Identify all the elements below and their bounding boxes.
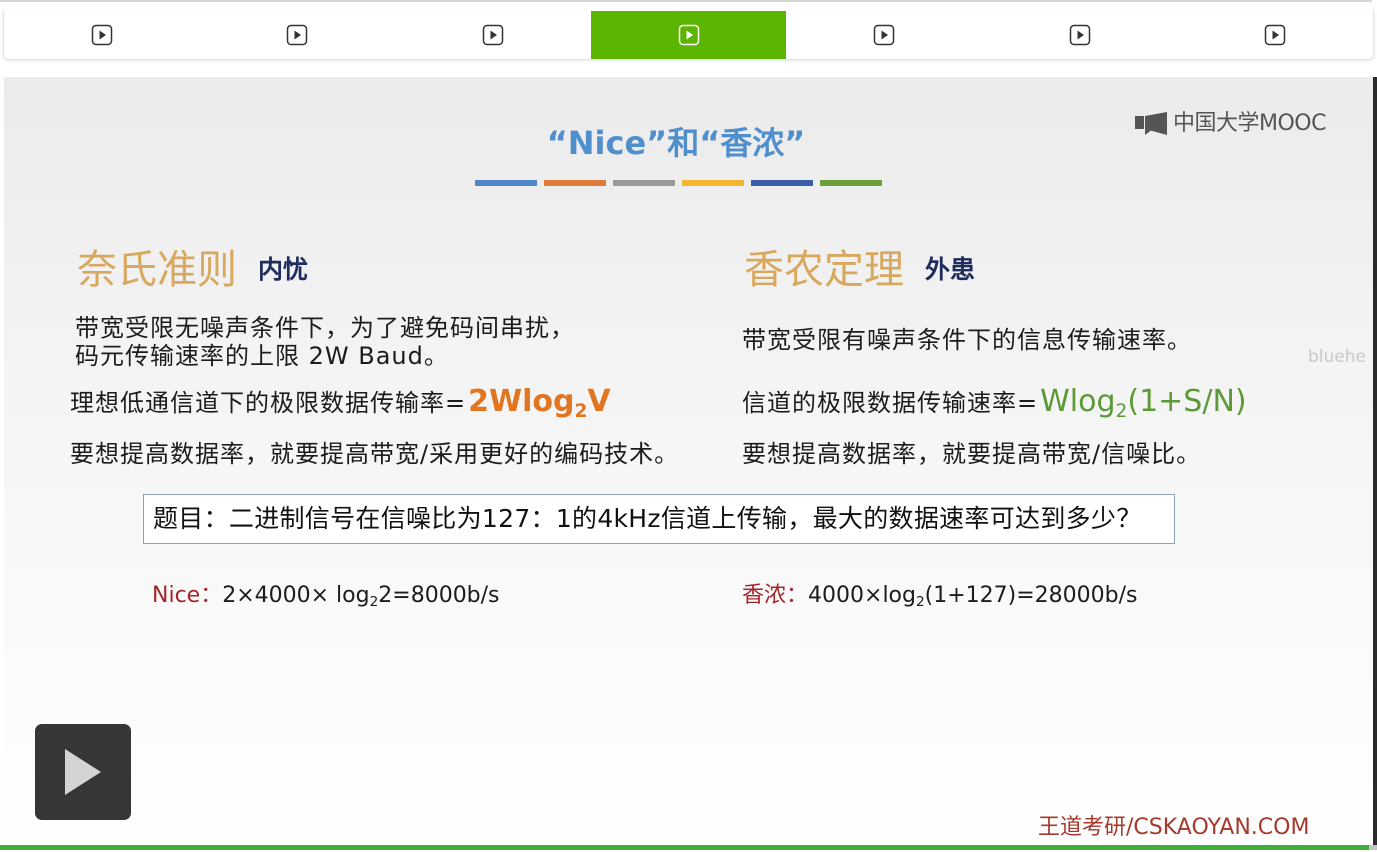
nyquist-tag: 内忧 [258, 255, 309, 284]
play-icon [61, 747, 105, 797]
nyquist-formula-row: 理想低通信道下的极限数据传输率= 2Wlog2V [70, 382, 611, 422]
play-icon [1069, 24, 1091, 46]
shannon-formula: Wlog2(1+S/N) [1040, 382, 1246, 426]
video-progress-fill [0, 845, 1369, 850]
nyquist-heading-row: 奈氏准则 内忧 [77, 246, 308, 294]
mooc-logo-icon [1135, 111, 1169, 137]
title-underline-segment [682, 180, 744, 186]
nyquist-desc-line-2: 码元传输速率的上限 2W Baud。 [75, 342, 449, 370]
formula-subscript: 2 [574, 400, 588, 422]
play-icon [482, 24, 504, 46]
formula-tail: V [587, 384, 611, 419]
question-box: 题目：二进制信号在信噪比为127：1的4kHz信道上传输，最大的数据速率可达到多… [143, 494, 1175, 544]
shannon-desc-line-1: 带宽受限有噪声条件下的信息传输速率。 [742, 326, 1192, 354]
answer-main: 4000×log [808, 583, 916, 608]
big-play-button[interactable] [35, 724, 131, 820]
chapter-tab-1[interactable] [4, 11, 200, 59]
title-underline-segment [613, 180, 675, 186]
nyquist-improve-text: 要想提高数据率，就要提高带宽/采用更好的编码技术。 [70, 440, 680, 468]
shannon-answer: 香浓： 4000×log 2 (1+127)=28000b/s [742, 581, 1138, 611]
shannon-answer-label: 香浓： [742, 583, 809, 608]
video-progress-bar[interactable] [0, 845, 1377, 850]
play-icon [286, 24, 308, 46]
answer-subscript: 2 [915, 594, 925, 611]
play-icon [678, 24, 700, 46]
title-underline [475, 180, 882, 186]
formula-main: Wlog [1040, 384, 1116, 419]
nyquist-formula-label: 理想低通信道下的极限数据传输率= [70, 389, 467, 417]
right-edge-bar [1373, 77, 1377, 848]
formula-tail: (1+S/N) [1127, 384, 1247, 419]
chapter-tab-6[interactable] [982, 11, 1178, 59]
watermark-text: bluehe [1308, 347, 1366, 367]
play-icon [1264, 24, 1286, 46]
nice-answer: Nice： 2×4000× log 2 2=8000b/s [152, 581, 500, 611]
nyquist-desc-line-1: 带宽受限无噪声条件下，为了避免码间串扰， [75, 314, 575, 342]
formula-main: 2Wlog [468, 384, 575, 419]
shannon-heading: 香农定理 [744, 247, 904, 293]
formula-subscript: 2 [1115, 400, 1128, 422]
answer-tail: 2=8000b/s [378, 583, 500, 608]
shannon-formula-label: 信道的极限数据传输速率= [742, 389, 1039, 417]
nice-answer-label: Nice： [152, 583, 223, 608]
shannon-tag: 外患 [925, 255, 976, 284]
shannon-heading-row: 香农定理 外患 [744, 246, 975, 294]
slide-title: “Nice”和“香浓” [546, 124, 806, 162]
play-icon [873, 24, 895, 46]
chapter-tab-4[interactable] [590, 11, 787, 59]
play-icon [91, 24, 113, 46]
chapter-tab-5[interactable] [786, 11, 982, 59]
chapter-tab-3[interactable] [395, 11, 591, 59]
shannon-formula-row: 信道的极限数据传输速率= Wlog2(1+S/N) [742, 382, 1247, 422]
top-divider [0, 0, 1372, 2]
answer-subscript: 2 [369, 594, 379, 611]
footer-brand: 王道考研/CSKAOYAN.COM [1038, 815, 1310, 840]
nyquist-heading: 奈氏准则 [77, 247, 237, 293]
title-underline-segment [820, 180, 882, 186]
answer-main: 2×4000× log [222, 583, 370, 608]
nyquist-formula: 2Wlog2V [468, 382, 611, 426]
title-underline-segment [475, 180, 537, 186]
title-underline-segment [751, 180, 813, 186]
chapter-tab-bar [3, 10, 1374, 60]
title-underline-segment [544, 180, 606, 186]
chapter-tab-2[interactable] [200, 11, 396, 59]
chapter-tab-7[interactable] [1177, 11, 1373, 59]
answer-tail: (1+127)=28000b/s [924, 583, 1138, 608]
mooc-logo-text: 中国大学MOOC [1173, 111, 1326, 136]
mooc-logo: 中国大学MOOC [1135, 109, 1326, 139]
video-slide[interactable]: 中国大学MOOC “Nice”和“香浓” 奈氏准则 内忧 带宽受限无噪声条件下，… [4, 77, 1373, 848]
shannon-improve-text: 要想提高数据率，就要提高带宽/信噪比。 [742, 440, 1202, 468]
